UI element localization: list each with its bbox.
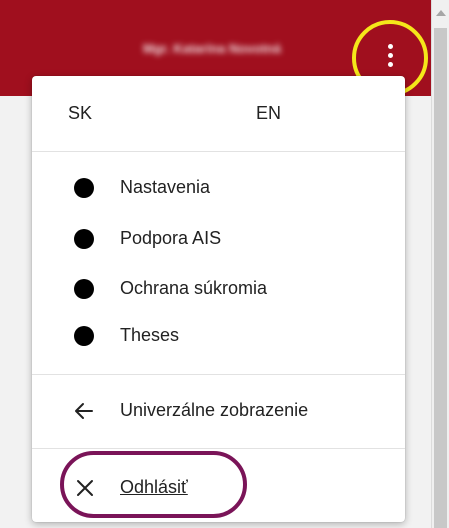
divider <box>32 151 405 152</box>
menu-item-label: Univerzálne zobrazenie <box>120 400 309 420</box>
more-vert-icon <box>386 44 394 67</box>
menu-item-label: Nastavenia <box>120 177 211 197</box>
arrow-left-icon <box>75 403 93 419</box>
menu-item-label: Theses <box>120 325 180 345</box>
logout-label: Odhlásiť <box>120 477 188 497</box>
user-name[interactable]: Mgr. Katarína Novotná <box>143 41 348 56</box>
bullet-icon <box>74 178 94 198</box>
scroll-thumb[interactable] <box>434 28 447 528</box>
menu-item-nastavenia[interactable]: Nastavenia <box>32 168 405 208</box>
bullet-icon <box>74 326 94 346</box>
menu-item-podpora-ais[interactable]: Podpora AIS <box>32 219 405 259</box>
divider <box>32 374 405 375</box>
bullet-icon <box>74 229 94 249</box>
language-sk[interactable]: SK <box>68 103 92 124</box>
language-switcher: SK EN <box>32 76 405 151</box>
language-en[interactable]: EN <box>256 103 281 124</box>
vertical-scrollbar[interactable] <box>431 0 449 528</box>
user-dropdown-menu: SK EN Nastavenia Podpora AIS Ochrana súk… <box>32 76 405 522</box>
close-icon <box>77 480 93 496</box>
menu-item-ochrana-sukromia[interactable]: Ochrana súkromia <box>32 269 405 309</box>
logout-button[interactable]: Odhlásiť <box>32 468 405 508</box>
menu-item-label: Ochrana súkromia <box>120 278 268 298</box>
scroll-up-arrow-icon[interactable] <box>436 10 446 16</box>
menu-item-universal-view[interactable]: Univerzálne zobrazenie <box>32 391 405 431</box>
menu-item-label: Podpora AIS <box>120 228 222 248</box>
divider <box>32 448 405 449</box>
bullet-icon <box>74 279 94 299</box>
menu-item-theses[interactable]: Theses <box>32 316 405 356</box>
